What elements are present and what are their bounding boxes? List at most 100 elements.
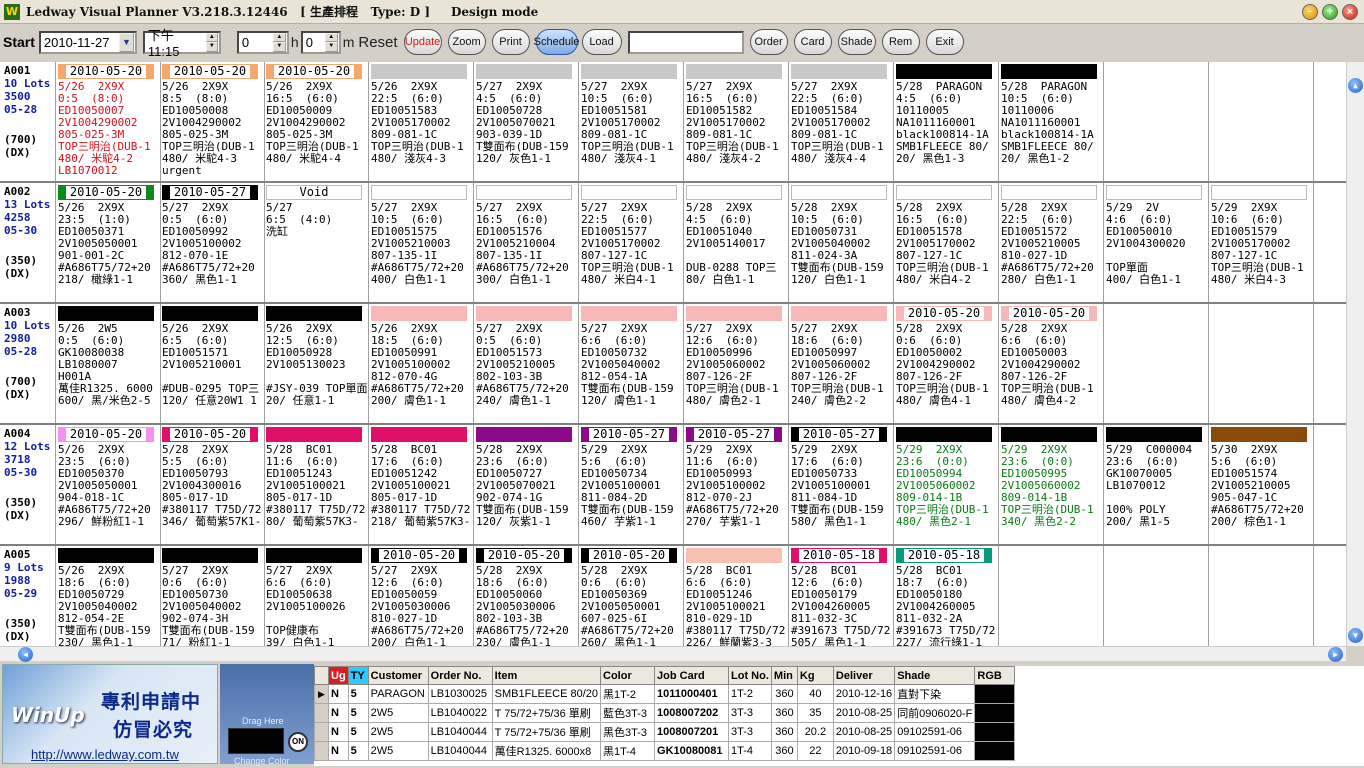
- column-header[interactable]: Deliver: [832, 666, 896, 685]
- job-card[interactable]: 5/27 2X9X 0:6 (6:0) ED10050730 2V1005040002…: [160, 546, 265, 646]
- scroll-down-icon[interactable]: ▼: [1348, 628, 1363, 643]
- scroll-up-icon[interactable]: ▲: [1348, 78, 1363, 93]
- exit-button[interactable]: Exit: [925, 29, 964, 55]
- update-button[interactable]: Update: [403, 29, 442, 55]
- column-header[interactable]: Kg: [796, 666, 834, 685]
- column-header[interactable]: RGB: [974, 666, 1016, 685]
- reset-button[interactable]: Reset: [358, 34, 397, 51]
- job-card[interactable]: 2010-05-20 5/26 2X9X 16:5 (6:0) ED10050009 2…: [264, 62, 369, 181]
- job-card[interactable]: 2010-05-20 5/28 2X9X 0:6 (6:0) ED10050002 2V…: [894, 304, 999, 423]
- job-card[interactable]: 5/26 2X9X 18:6 (6:0) ED10050729 2V100504000…: [56, 546, 161, 646]
- job-card[interactable]: [1104, 546, 1209, 646]
- machine-header[interactable]: A004 12 Lots 3718 05-30 (350) (DX): [0, 425, 56, 544]
- job-card[interactable]: 2010-05-20 5/28 2X9X 6:6 (6:0) ED10050003 2V…: [999, 304, 1104, 423]
- column-header[interactable]: TY: [347, 666, 369, 685]
- job-card[interactable]: 5/26 2W5 0:5 (6:0) GK10080038 LB1080007 H001…: [56, 304, 161, 423]
- spin-down-icon[interactable]: ▼: [205, 42, 218, 52]
- column-header[interactable]: Min: [770, 666, 798, 685]
- job-card[interactable]: 5/28 2X9X 4:5 (6:0) ED10051040 2V1005140017…: [684, 183, 789, 302]
- job-card[interactable]: 2010-05-27 5/27 2X9X 0:5 (6:0) ED10050992 2V…: [160, 183, 265, 302]
- column-header[interactable]: Order No.: [427, 666, 493, 685]
- job-card[interactable]: [1209, 546, 1314, 646]
- minimize-button[interactable]: –: [1302, 4, 1318, 20]
- machine-header[interactable]: A005 9 Lots 1988 05-29 (350) (DX): [0, 546, 56, 646]
- column-header[interactable]: Shade: [894, 666, 976, 685]
- maximize-button[interactable]: +: [1322, 4, 1338, 20]
- job-card[interactable]: 5/27 2X9X 16:5 (6:0) ED10051582 2V100517000…: [684, 62, 789, 181]
- color-toggle-button[interactable]: ON: [288, 732, 308, 752]
- job-card[interactable]: 2010-05-27 5/29 2X9X 5:6 (6:0) ED10050734 2V…: [579, 425, 684, 544]
- job-card[interactable]: 2010-05-20 5/28 2X9X 0:6 (6:0) ED10050369 2V…: [579, 546, 684, 646]
- job-card[interactable]: 5/30 2X9X 5:6 (6:0) ED10051574 2V1005210005…: [1209, 425, 1314, 544]
- order-row[interactable]: ▶ N 5 PARAGON LB1030025 SMB1FLEECE 80/20 黑1T-2…: [314, 684, 1016, 704]
- job-card[interactable]: 5/27 2X9X 10:5 (6:0) ED10051581 2V100517000…: [579, 62, 684, 181]
- minutes-field[interactable]: 0 ▲ ▼: [300, 30, 341, 54]
- job-card[interactable]: [1104, 62, 1209, 181]
- column-header[interactable]: [314, 666, 329, 685]
- job-card[interactable]: [1104, 304, 1209, 423]
- scroll-left-icon[interactable]: ◀: [18, 647, 33, 662]
- job-card[interactable]: 5/28 PARAGON 10:5 (6:0) 10110006 NA10111600…: [999, 62, 1104, 181]
- close-button[interactable]: ×: [1342, 4, 1358, 20]
- rem-button[interactable]: Rem: [881, 29, 920, 55]
- spin-down-icon[interactable]: ▼: [324, 42, 338, 52]
- time-field[interactable]: 下午 11:15 ▲ ▼: [142, 28, 221, 59]
- minutes-spinner[interactable]: ▲ ▼: [324, 32, 338, 52]
- company-url-link[interactable]: http://www.ledway.com.tw: [31, 747, 179, 762]
- job-card[interactable]: 5/29 2X9X 23:6 (0:0) ED10050994 2V100506000…: [894, 425, 999, 544]
- time-spinner[interactable]: ▲ ▼: [205, 32, 218, 52]
- job-card[interactable]: 2010-05-20 5/28 2X9X 5:5 (6:0) ED10050793 2V…: [160, 425, 265, 544]
- job-card[interactable]: 5/29 2X9X 23:6 (0:0) ED10050995 2V100506000…: [999, 425, 1104, 544]
- hours-field[interactable]: 0 ▲ ▼: [236, 30, 289, 54]
- job-card[interactable]: 5/26 2X9X 18:5 (6:0) ED10050991 2V100510000…: [369, 304, 474, 423]
- job-card[interactable]: 5/28 BC01 6:6 (6:0) ED10051246 2V1005100021…: [684, 546, 789, 646]
- machine-header[interactable]: A002 13 Lots 4258 05-30 (350) (DX): [0, 183, 56, 302]
- card-button[interactable]: Card: [793, 29, 832, 55]
- column-header[interactable]: Ug: [328, 666, 349, 685]
- column-header[interactable]: Item: [491, 666, 602, 685]
- job-card[interactable]: 5/28 2X9X 10:5 (6:0) ED10050731 2V100504000…: [789, 183, 894, 302]
- print-button[interactable]: Print: [491, 29, 530, 55]
- job-card[interactable]: 2010-05-20 5/28 2X9X 18:6 (6:0) ED10050060 2…: [474, 546, 579, 646]
- job-card[interactable]: 2010-05-20 5/26 2X9X 23:5 (6:0) ED10050370 2…: [56, 425, 161, 544]
- job-card[interactable]: [1209, 62, 1314, 181]
- shade-button[interactable]: Shade: [837, 29, 876, 55]
- load-button[interactable]: Load: [581, 29, 622, 55]
- job-card[interactable]: 2010-05-27 5/29 2X9X 17:6 (6:0) ED10050733 2…: [789, 425, 894, 544]
- job-card[interactable]: 5/26 2X9X 12:5 (6:0) ED10050928 2V100513002…: [264, 304, 369, 423]
- chevron-down-icon[interactable]: ▼: [118, 32, 134, 52]
- job-card[interactable]: 5/27 2X9X 4:5 (6:0) ED10050728 2V1005070021…: [474, 62, 579, 181]
- job-card[interactable]: 2010-05-20 5/26 2X9X 0:5 (8:0) ED10050007 2V…: [56, 62, 161, 181]
- job-card[interactable]: 5/27 2X9X 0:5 (6:0) ED10051573 2V1005210005…: [474, 304, 579, 423]
- job-card[interactable]: 5/26 2X9X 22:5 (6:0) ED10051583 2V100517000…: [369, 62, 474, 181]
- job-card[interactable]: 5/27 2X9X 6:6 (6:0) ED10050732 2V1005040002…: [579, 304, 684, 423]
- job-card[interactable]: 2010-05-27 5/29 2X9X 11:6 (6:0) ED10050993 2…: [684, 425, 789, 544]
- job-card[interactable]: 5/27 2X9X 22:5 (6:0) ED10051584 2V100517000…: [789, 62, 894, 181]
- job-card[interactable]: 2010-05-18 5/28 BC01 12:6 (6:0) ED10050179 2…: [789, 546, 894, 646]
- job-card[interactable]: [999, 546, 1104, 646]
- job-card[interactable]: 2010-05-18 5/28 BC01 18:7 (6:0) ED10050180 2…: [894, 546, 999, 646]
- job-card[interactable]: 5/28 2X9X 16:5 (6:0) ED10051578 2V100517000…: [894, 183, 999, 302]
- spin-up-icon[interactable]: ▲: [272, 32, 286, 42]
- job-card[interactable]: 5/28 2X9X 22:5 (6:0) ED10051572 2V100521000…: [999, 183, 1104, 302]
- job-card[interactable]: 5/27 2X9X 16:5 (6:0) ED10051576 2V100521000…: [474, 183, 579, 302]
- job-card[interactable]: 2010-05-20 5/26 2X9X 23:5 (1:0) ED10050371 2…: [56, 183, 161, 302]
- job-card[interactable]: 5/28 BC01 17:6 (6:0) ED10051242 2V100510002…: [369, 425, 474, 544]
- order-row[interactable]: N 5 2W5 LB1040044 萬佳R1325. 6000x8 黑1T-4 GK1008…: [314, 741, 1016, 761]
- spin-down-icon[interactable]: ▼: [272, 42, 286, 52]
- scroll-right-icon[interactable]: ▶: [1328, 647, 1343, 662]
- column-header[interactable]: Customer: [367, 666, 429, 685]
- job-card[interactable]: 2010-05-20 5/27 2X9X 12:6 (6:0) ED10050059 2…: [369, 546, 474, 646]
- job-card[interactable]: 5/28 BC01 11:6 (6:0) ED10051243 2V100510002…: [264, 425, 369, 544]
- machine-header[interactable]: A001 10 Lots 3500 05-28 (700) (DX): [0, 62, 56, 181]
- spin-up-icon[interactable]: ▲: [205, 32, 218, 42]
- schedule-grid[interactable]: A001 10 Lots 3500 05-28 (700) (DX) 2010-05-20 5…: [0, 62, 1346, 646]
- job-card[interactable]: 5/29 2X9X 10:6 (6:0) ED10051579 2V100517000…: [1209, 183, 1314, 302]
- job-card[interactable]: 5/27 2X9X 6:6 (6:0) ED10050638 2V1005100026…: [264, 546, 369, 646]
- job-card[interactable]: 5/26 2X9X 6:5 (6:0) ED10051571 2V1005210001…: [160, 304, 265, 423]
- column-header[interactable]: Lot No.: [728, 666, 772, 685]
- order-button[interactable]: Order: [749, 29, 788, 55]
- job-card[interactable]: 5/27 2X9X 22:5 (6:0) ED10051577 2V100517000…: [579, 183, 684, 302]
- vertical-scrollbar[interactable]: ▲ ▼: [1346, 62, 1364, 646]
- job-card[interactable]: 5/28 PARAGON 4:5 (6:0) 10110005 NA101116000…: [894, 62, 999, 181]
